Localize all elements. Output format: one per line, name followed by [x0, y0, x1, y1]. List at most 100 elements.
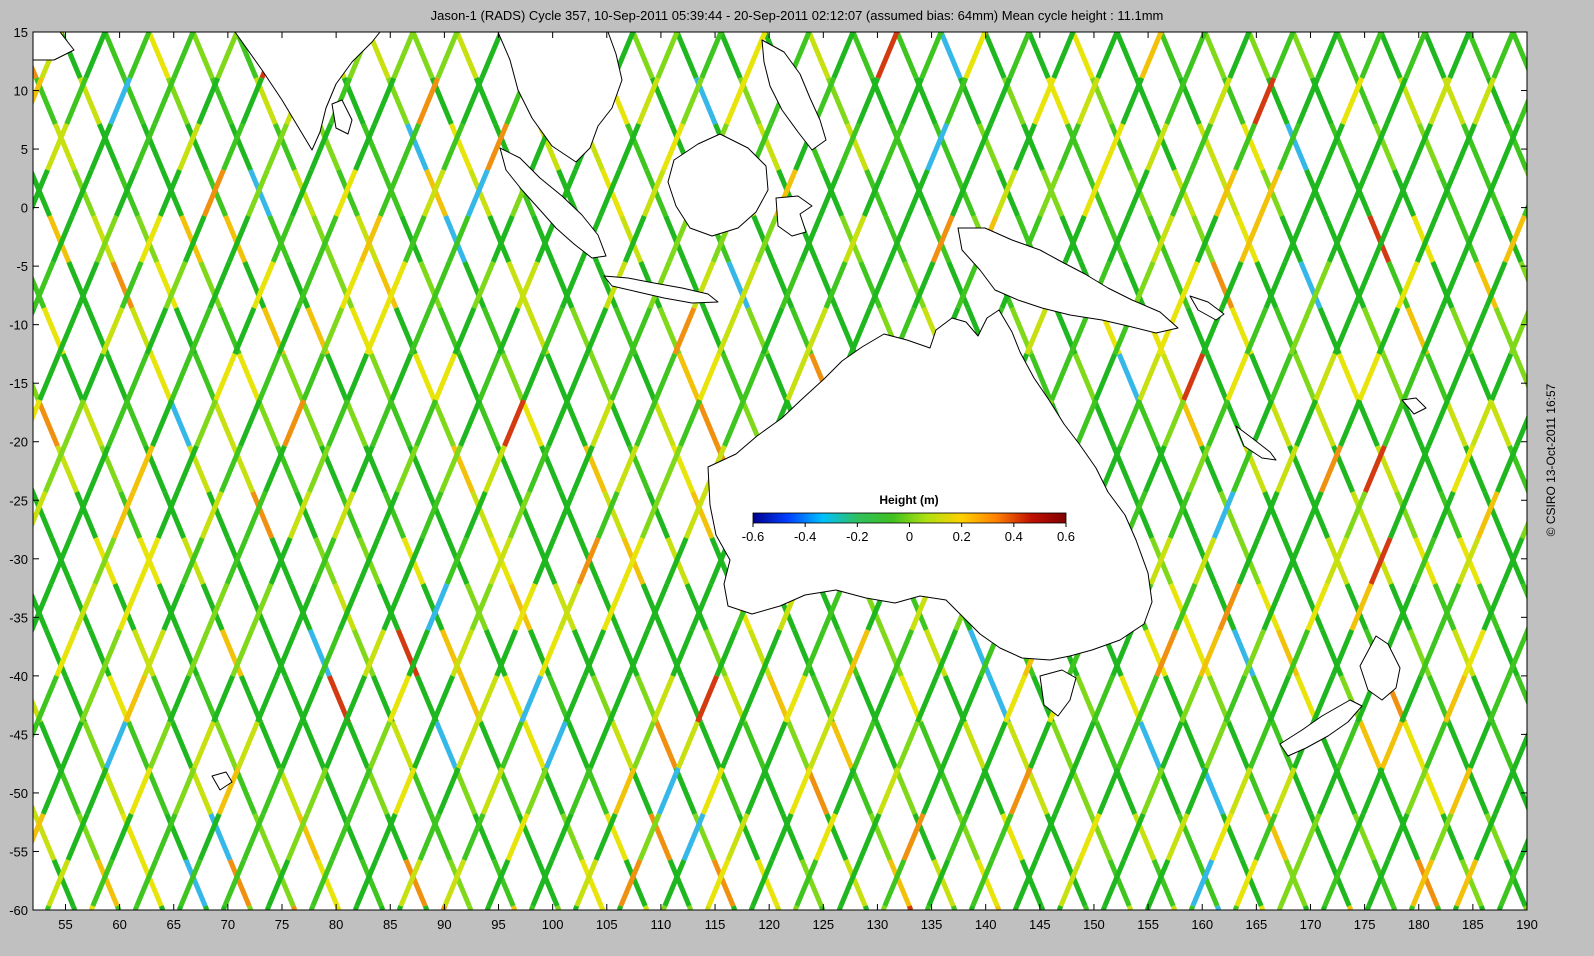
- track-segment: [44, 905, 52, 910]
- x-tick-label: 75: [275, 917, 289, 932]
- track-segment: [1320, 905, 1328, 910]
- y-tick-label: -50: [9, 786, 28, 801]
- track-segment: [1532, 78, 1551, 124]
- colorbar-tick-label: -0.4: [794, 529, 816, 544]
- track-segment: [1276, 905, 1284, 910]
- colorbar-gradient: [752, 512, 1067, 524]
- y-tick-label: -20: [9, 435, 28, 450]
- track-segment: [1056, 905, 1064, 910]
- track-segment: [616, 905, 624, 910]
- track-segment: [466, 905, 474, 910]
- track-segment: [792, 905, 800, 910]
- track-segment: [1525, 625, 1527, 630]
- x-tick-label: 85: [383, 917, 397, 932]
- x-tick-label: 60: [112, 917, 126, 932]
- track-segment: [1434, 905, 1442, 910]
- track-segment: [950, 905, 958, 910]
- track-segment: [968, 905, 976, 910]
- track-segment: [246, 905, 254, 910]
- track-segment: [924, 905, 932, 910]
- figure: Jason-1 (RADS) Cycle 357, 10-Sep-2011 05…: [0, 0, 1594, 956]
- track-segment: [862, 905, 870, 910]
- track-segment: [818, 905, 826, 910]
- x-tick-label: 145: [1029, 917, 1051, 932]
- y-tick-label: -25: [9, 493, 28, 508]
- track-segment: [220, 905, 228, 910]
- track-segment: [484, 905, 492, 910]
- y-tick-label: -10: [9, 318, 28, 333]
- track-segment: [176, 905, 184, 910]
- track-segment: [1258, 905, 1266, 910]
- track-segment: [598, 905, 606, 910]
- track-segment: [88, 905, 96, 910]
- track-segment: [1302, 905, 1310, 910]
- track-segment: [264, 905, 272, 910]
- track-segment: [33, 486, 36, 492]
- credit-text: © CSIRO 13-Oct-2011 16:57: [1544, 383, 1558, 537]
- x-tick-label: 175: [1354, 917, 1376, 932]
- x-tick-label: 155: [1137, 917, 1159, 932]
- x-tick-label: 90: [437, 917, 451, 932]
- track-segment: [9, 216, 28, 262]
- track-segment: [748, 905, 756, 910]
- x-tick-label: 125: [812, 917, 834, 932]
- track-segment: [1346, 905, 1354, 910]
- track-segment: [308, 905, 316, 910]
- x-tick-label: 180: [1408, 917, 1430, 932]
- track-segment: [1364, 905, 1372, 910]
- track-segment: [528, 905, 536, 910]
- track-segment: [1496, 905, 1504, 910]
- y-tick-label: -45: [9, 727, 28, 742]
- colorbar-label: Height (m): [879, 493, 938, 507]
- x-tick-label: 55: [58, 917, 72, 932]
- track-segment: [1012, 905, 1020, 910]
- track-segment: [686, 905, 694, 910]
- track-segment: [836, 905, 844, 910]
- track-segment: [1100, 905, 1108, 910]
- map-plot: 55 60 65 70 75 80 85 90 95 100 105 110 115 120 125 130 1…: [9, 25, 1556, 932]
- x-tick-label: 80: [329, 917, 343, 932]
- track-segment: [290, 905, 298, 910]
- x-tick-label: 170: [1300, 917, 1322, 932]
- track-segment: [880, 905, 888, 910]
- y-tick-label: -55: [9, 844, 28, 859]
- colorbar-tick-label: 0.2: [953, 529, 971, 544]
- track-segment: [1082, 905, 1090, 910]
- track-segment: [906, 905, 914, 910]
- track-segment: [704, 905, 712, 910]
- track-segment: [422, 905, 430, 910]
- track-segment: [1531, 814, 1550, 860]
- track-segment: [660, 905, 668, 910]
- track-segment: [396, 905, 404, 910]
- track-segment: [1452, 905, 1460, 910]
- colorbar-tick-label: -0.2: [846, 529, 868, 544]
- y-tick-label: -35: [9, 610, 28, 625]
- y-tick-label: -30: [9, 552, 28, 567]
- x-tick-label: 120: [758, 917, 780, 932]
- y-tick-label: -15: [9, 376, 28, 391]
- colorbar-tick-label: 0.6: [1057, 529, 1075, 544]
- track-segment: [554, 905, 562, 910]
- track-segment: [202, 905, 210, 910]
- track-segment: [158, 905, 166, 910]
- track-segment: [10, 860, 29, 906]
- x-tick-label: 65: [167, 917, 181, 932]
- y-tick-label: -40: [9, 669, 28, 684]
- y-tick-label: 5: [21, 142, 28, 157]
- track-segment: [1038, 905, 1046, 910]
- x-tick-label: 115: [705, 917, 726, 932]
- y-tick-label: 0: [21, 201, 28, 216]
- track-segment: [132, 905, 140, 910]
- track-segment: [1188, 905, 1196, 910]
- x-tick-label: 100: [542, 917, 564, 932]
- track-segment: [1126, 905, 1134, 910]
- track-segment: [1478, 905, 1486, 910]
- x-tick-label: 165: [1245, 917, 1267, 932]
- track-segment: [33, 908, 34, 910]
- track-segment: [1537, 722, 1556, 768]
- track-segment: [70, 905, 78, 910]
- x-tick-label: 185: [1462, 917, 1484, 932]
- track-segment: [774, 905, 782, 910]
- track-segment: [1390, 905, 1398, 910]
- x-tick-label: 190: [1516, 917, 1538, 932]
